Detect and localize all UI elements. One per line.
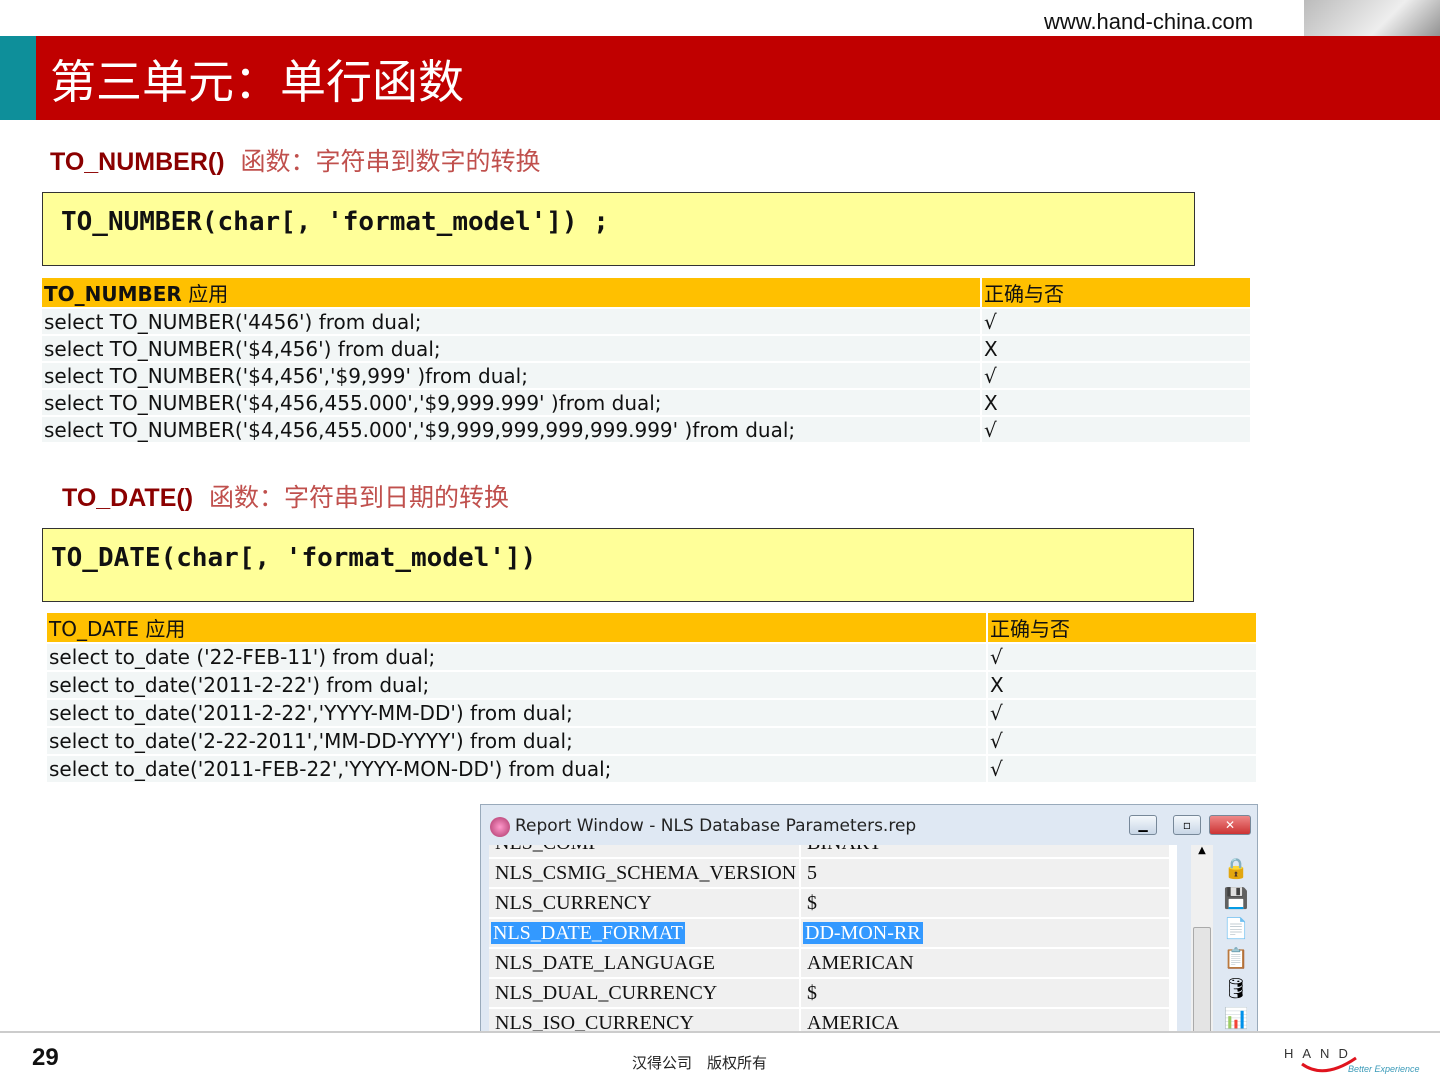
param-value: AMERICA	[801, 1009, 1171, 1033]
save-icon[interactable]: 💾	[1221, 883, 1251, 913]
param-name: NLS_CURRENCY	[489, 889, 801, 917]
svg-text:HAND: HAND	[1284, 1046, 1357, 1061]
sql-cell: select TO_NUMBER('4456') from dual;	[42, 308, 981, 336]
table-row: select TO_NUMBER('4456') from dual; √	[42, 308, 1250, 336]
function-name: TO_NUMBER()	[50, 148, 225, 176]
header-label: 应用	[181, 282, 229, 306]
copy-icon[interactable]: 📋	[1221, 943, 1251, 973]
page-title: 第三单元：单行函数	[50, 55, 464, 109]
syntax-box: TO_DATE(char[, 'format_model'])	[42, 528, 1194, 602]
footer-divider	[0, 1031, 1440, 1033]
result-cell: X	[980, 335, 1250, 363]
svg-text:Better Experience: Better Experience	[1348, 1064, 1420, 1074]
selected-text: NLS_DATE_FORMAT	[491, 922, 686, 944]
result-cell: √	[986, 755, 1256, 784]
pdf-icon[interactable]: 📄	[1221, 913, 1251, 943]
grid-row[interactable]: NLS_CSMIG_SCHEMA_VERSION 5	[489, 859, 1177, 887]
header-usage: TO_DATE 应用	[47, 613, 987, 644]
header-correct: 正确与否	[986, 613, 1256, 644]
param-name: NLS_COMP	[489, 845, 801, 857]
param-name: NLS_ISO_CURRENCY	[489, 1009, 801, 1033]
grid-row[interactable]: NLS_ISO_CURRENCY AMERICA	[489, 1009, 1177, 1033]
minimize-button[interactable]: ▁	[1129, 815, 1157, 835]
table-row: select TO_NUMBER('$4,456','$9,999' )from…	[42, 362, 1250, 390]
section-heading-to-date: TO_DATE() 函数：字符串到日期的转换	[62, 478, 509, 514]
grid-row[interactable]: NLS_DUAL_CURRENCY $	[489, 979, 1177, 1007]
sql-cell: select TO_NUMBER('$4,456','$9,999' )from…	[42, 362, 981, 390]
result-cell: X	[986, 671, 1256, 700]
sql-cell: select TO_NUMBER('$4,456,455.000','$9,99…	[42, 389, 981, 417]
grid-row[interactable]: NLS_DATE_LANGUAGE AMERICAN	[489, 949, 1177, 977]
sql-cell: select to_date ('22-FEB-11') from dual;	[47, 643, 987, 672]
param-name: NLS_CSMIG_SCHEMA_VERSION	[489, 859, 801, 887]
selected-text: DD-MON-RR	[803, 922, 923, 944]
table-row: select TO_NUMBER('$4,456,455.000','$9,99…	[42, 389, 1250, 417]
function-desc: 函数：字符串到数字的转换	[240, 147, 541, 176]
header-func: TO_NUMBER	[44, 282, 182, 306]
table-row: select to_date('2-22-2011','MM-DD-YYYY')…	[47, 727, 1256, 756]
param-value: 5	[801, 859, 1171, 887]
website-url: www.hand-china.com	[1044, 9, 1254, 34]
result-cell: √	[986, 643, 1256, 672]
report-window: Report Window - NLS Database Parameters.…	[480, 804, 1258, 1033]
lock-icon[interactable]: 🔒	[1221, 853, 1251, 883]
syntax-box: TO_NUMBER(char[, 'format_model']) ;	[42, 192, 1195, 266]
header-correct: 正确与否	[980, 278, 1250, 309]
sql-cell: select TO_NUMBER('$4,456') from dual;	[42, 335, 981, 363]
database-export-icon[interactable]: 🛢	[1221, 973, 1251, 1003]
param-value: AMERICAN	[801, 949, 1171, 977]
result-cell: √	[986, 699, 1256, 728]
param-value: $	[801, 979, 1171, 1007]
page-number: 29	[32, 1044, 59, 1071]
to-date-table: TO_DATE 应用 正确与否 select to_date ('22-FEB-11…	[47, 613, 1256, 784]
accent-block	[0, 36, 36, 120]
function-name: TO_DATE()	[62, 484, 194, 512]
param-value: BINARY	[801, 845, 1171, 857]
sql-cell: select to_date('2011-2-22') from dual;	[47, 671, 987, 700]
table-header: TO_DATE 应用 正确与否	[47, 613, 1256, 644]
table-row: select to_date('2011-FEB-22','YYYY-MON-D…	[47, 755, 1256, 784]
database-icon	[490, 817, 510, 837]
result-cell: √	[980, 362, 1250, 390]
table-row: select TO_NUMBER('$4,456') from dual; X	[42, 335, 1250, 363]
copyright: 汉得公司 版权所有	[632, 1054, 768, 1072]
parameters-grid: NLS_COMPBINARYNLS_CSMIG_SCHEMA_VERSION5N…	[489, 845, 1177, 1033]
param-value: DD-MON-RR	[801, 919, 1171, 947]
to-number-table: TO_NUMBER 应用 正确与否 select TO_NUMBER('4456')…	[42, 278, 1250, 444]
sql-cell: select TO_NUMBER('$4,456,455.000','$9,99…	[42, 416, 981, 444]
table-row: select TO_NUMBER('$4,456,455.000','$9,99…	[42, 416, 1250, 444]
table-header: TO_NUMBER 应用 正确与否	[42, 278, 1250, 309]
sql-cell: select to_date('2011-2-22','YYYY-MM-DD')…	[47, 699, 987, 728]
sql-cell: select to_date('2-22-2011','MM-DD-YYYY')…	[47, 727, 987, 756]
grid-row[interactable]: NLS_DATE_FORMAT DD-MON-RR	[489, 919, 1177, 947]
toolbar: 🔒 💾 📄 📋 🛢 📊	[1221, 853, 1251, 1033]
chart-icon[interactable]: 📊	[1221, 1003, 1251, 1033]
window-title: Report Window - NLS Database Parameters.…	[515, 816, 917, 836]
result-cell: X	[980, 389, 1250, 417]
param-name: NLS_DATE_FORMAT	[489, 919, 801, 947]
result-cell: √	[980, 308, 1250, 336]
section-heading-to-number: TO_NUMBER() 函数：字符串到数字的转换	[50, 142, 540, 178]
param-name: NLS_DUAL_CURRENCY	[489, 979, 801, 1007]
param-name: NLS_DATE_LANGUAGE	[489, 949, 801, 977]
hand-logo: HAND Better Experience	[1284, 1046, 1420, 1074]
maximize-button[interactable]: ▫	[1173, 815, 1201, 835]
close-button[interactable]: ✕	[1209, 815, 1251, 835]
grid-row[interactable]: NLS_CURRENCY $	[489, 889, 1177, 917]
scrollbar[interactable]: ▲	[1191, 845, 1213, 1033]
table-row: select to_date('2011-2-22') from dual; X	[47, 671, 1256, 700]
table-row: select to_date('2011-2-22','YYYY-MM-DD')…	[47, 699, 1256, 728]
sql-cell: select to_date('2011-FEB-22','YYYY-MON-D…	[47, 755, 987, 784]
grid-row[interactable]: NLS_COMPBINARY	[489, 845, 1177, 857]
function-desc: 函数：字符串到日期的转换	[208, 483, 509, 512]
table-row: select to_date ('22-FEB-11') from dual; √	[47, 643, 1256, 672]
result-cell: √	[986, 727, 1256, 756]
header-usage: TO_NUMBER 应用	[42, 278, 981, 309]
scroll-thumb[interactable]	[1193, 927, 1211, 1033]
result-cell: √	[980, 416, 1250, 444]
param-value: $	[801, 889, 1171, 917]
